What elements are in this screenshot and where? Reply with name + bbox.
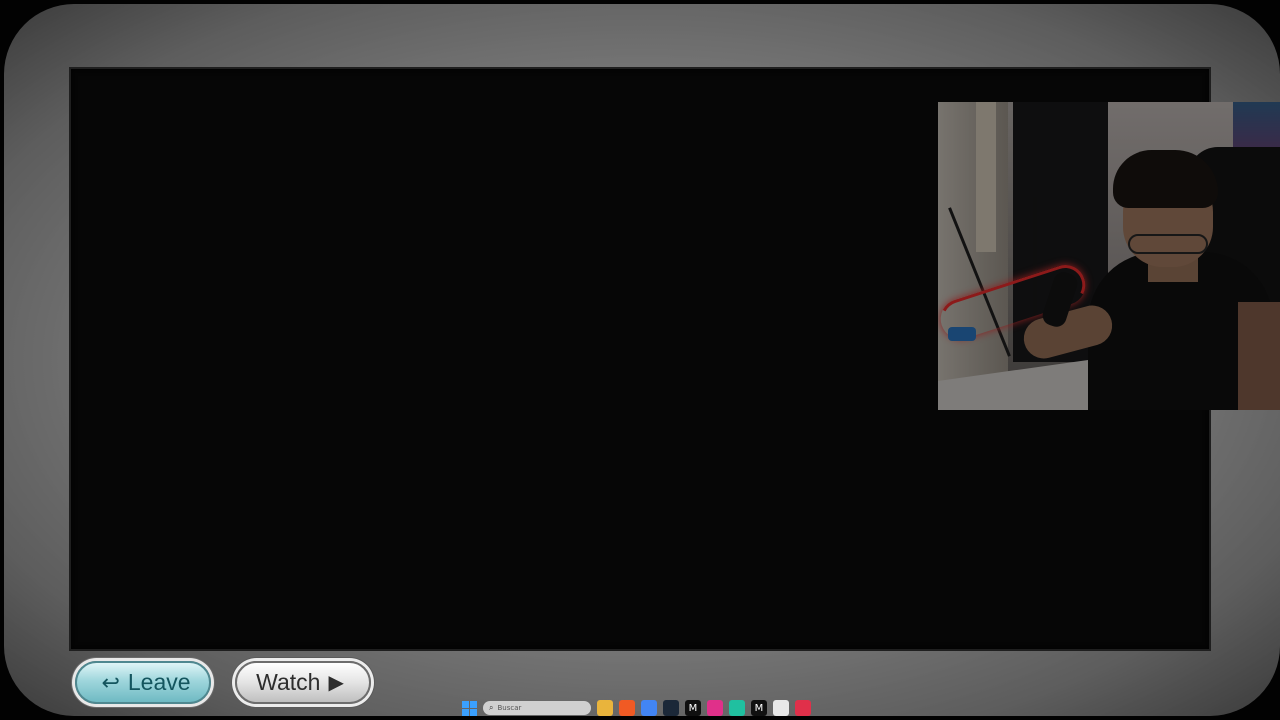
taskbar: ⌕ Buscar MM: [462, 698, 822, 718]
steam-icon[interactable]: [663, 700, 679, 716]
webcam-person-arm-right: [1238, 302, 1280, 410]
play-icon: ▶: [328, 671, 344, 694]
leave-button[interactable]: ↩ Leave: [75, 661, 211, 704]
watch-button[interactable]: Watch ▶: [235, 661, 371, 704]
app-m-icon[interactable]: M: [685, 700, 701, 716]
taskbar-search-placeholder: Buscar: [497, 704, 522, 712]
return-arrow-icon: ↩: [101, 669, 120, 695]
app-pink-icon[interactable]: [707, 700, 723, 716]
webcam-wall: [938, 102, 1008, 410]
webcam-overlay: [938, 102, 1280, 410]
leave-button-label: Leave: [127, 669, 191, 695]
taskbar-apps: MM: [597, 700, 811, 716]
app-red-icon[interactable]: [795, 700, 811, 716]
app-white-icon[interactable]: [773, 700, 789, 716]
app-orange-icon[interactable]: [619, 700, 635, 716]
app-m2-icon[interactable]: M: [751, 700, 767, 716]
file-explorer-icon[interactable]: [597, 700, 613, 716]
search-icon: ⌕: [489, 703, 494, 712]
taskbar-search-input[interactable]: ⌕ Buscar: [483, 701, 591, 715]
webcam-door: [976, 102, 996, 252]
windows-start-icon[interactable]: [462, 700, 477, 716]
chrome-icon[interactable]: [641, 700, 657, 716]
app-green-icon[interactable]: [729, 700, 745, 716]
watch-button-label: Watch: [256, 669, 321, 695]
webcam-person-hair: [1113, 150, 1218, 208]
webcam-person-glasses: [1128, 234, 1208, 254]
webcam-controller: [948, 327, 976, 341]
